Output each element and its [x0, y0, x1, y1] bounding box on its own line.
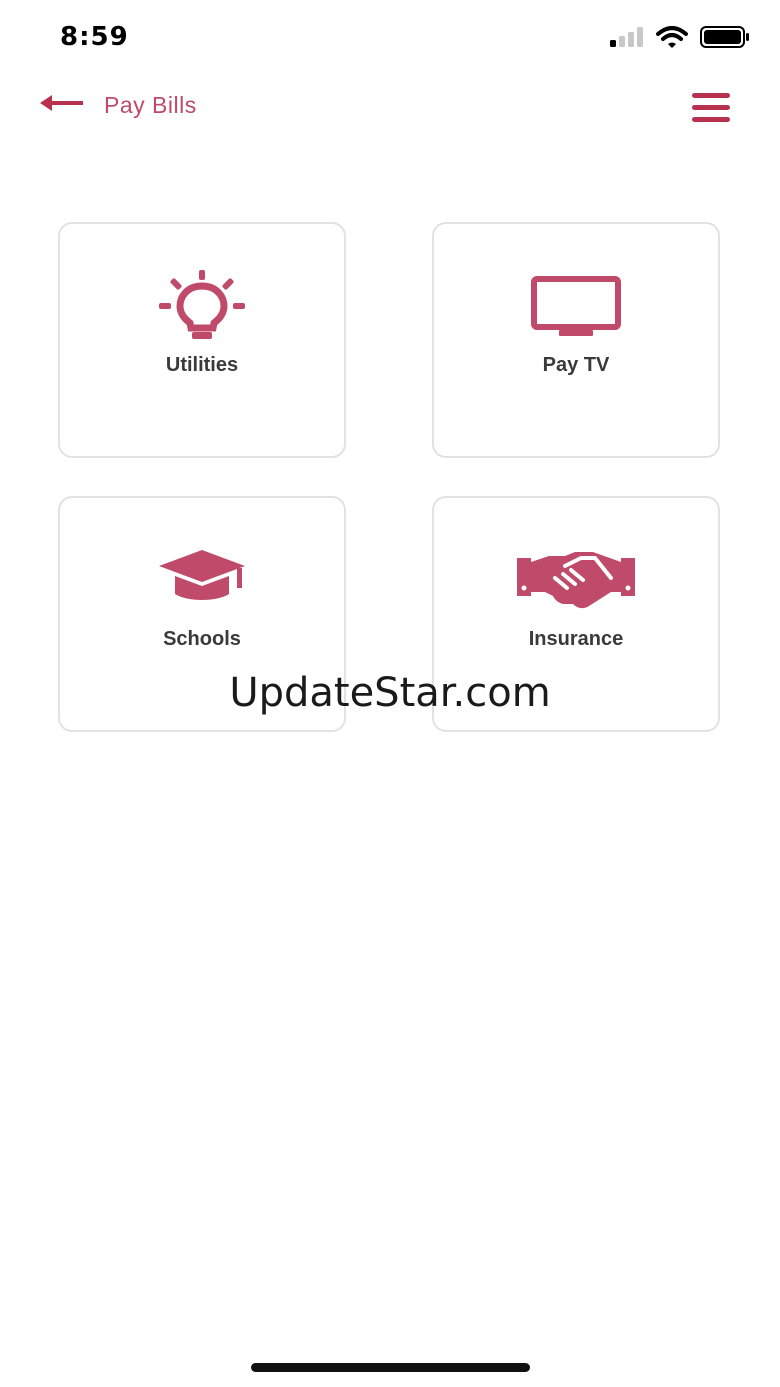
category-label: Utilities: [165, 354, 239, 376]
screen: 8:59 Pay Bills Utilities Pay TV Schools …: [0, 0, 780, 1387]
category-card-pay-tv[interactable]: Pay TV: [432, 222, 720, 458]
category-label: Insurance: [528, 628, 624, 650]
back-arrow-icon: [40, 93, 84, 118]
category-card-utilities[interactable]: Utilities: [58, 222, 346, 458]
category-label: Schools: [163, 628, 241, 650]
page-title: Pay Bills: [104, 92, 197, 118]
hamburger-menu-icon: [692, 93, 730, 127]
graduation-cap-icon: [60, 548, 344, 610]
status-time: 8:59: [60, 22, 129, 52]
status-bar: 8:59: [0, 0, 780, 80]
category-label: Pay TV: [542, 354, 610, 376]
wifi-icon: [656, 26, 688, 53]
handshake-icon: [434, 548, 718, 610]
watermark: UpdateStar.com: [229, 670, 551, 716]
signal-icon: [610, 27, 644, 52]
battery-icon: [700, 26, 750, 53]
lightbulb-icon: [60, 268, 344, 344]
tv-icon: [434, 276, 718, 338]
nav-bar: Pay Bills: [0, 80, 780, 136]
menu-button[interactable]: [692, 93, 730, 123]
back-button[interactable]: Pay Bills: [40, 92, 197, 119]
status-icons: [610, 26, 750, 53]
home-indicator[interactable]: [251, 1363, 530, 1372]
